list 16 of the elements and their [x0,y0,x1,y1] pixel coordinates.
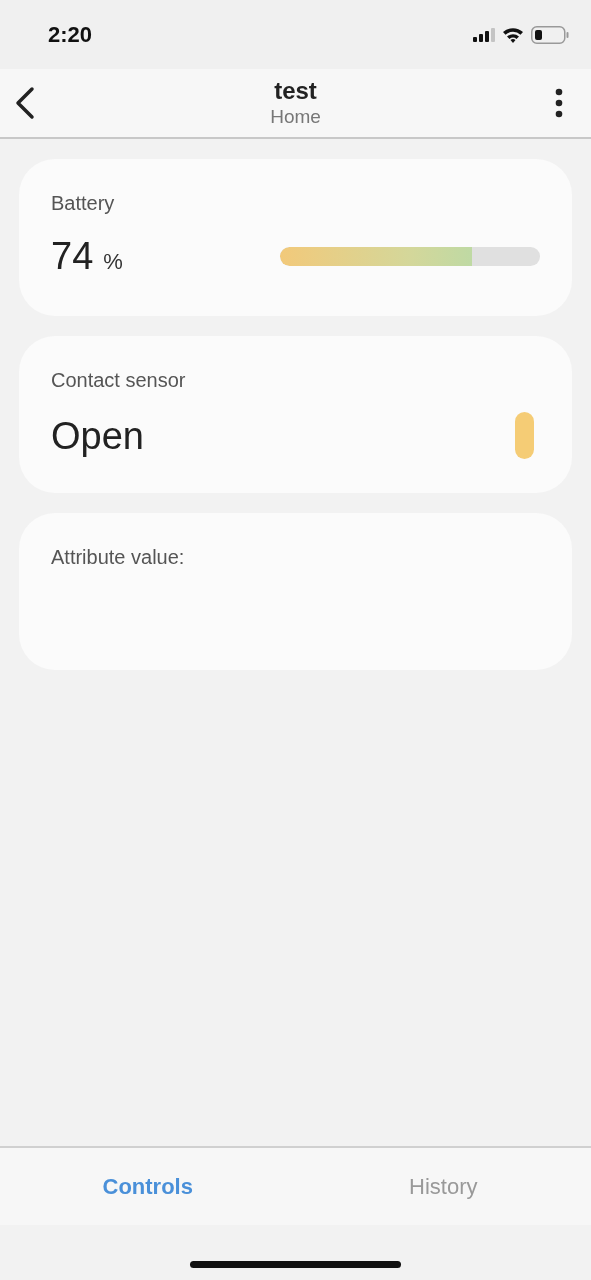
status-time: 2:20 [48,21,93,48]
card-label: Battery [51,192,116,215]
more-menu-button[interactable] [555,88,563,118]
battery-value: 74 [51,235,94,278]
wifi-icon [502,26,524,43]
status-indicator [515,412,534,459]
page-subtitle: Home [270,105,321,129]
page-title: test [274,77,317,105]
signal-icon [473,27,495,42]
bottom-tab[interactable]: History [295,1148,591,1225]
card-label: Attribute value: [51,546,186,569]
battery-icon [531,25,569,44]
sensor-state: Open [51,415,144,458]
bottom-tab[interactable]: Controls [0,1148,296,1225]
card-label: Contact sensor [51,369,187,392]
unit-label: % [103,249,123,275]
